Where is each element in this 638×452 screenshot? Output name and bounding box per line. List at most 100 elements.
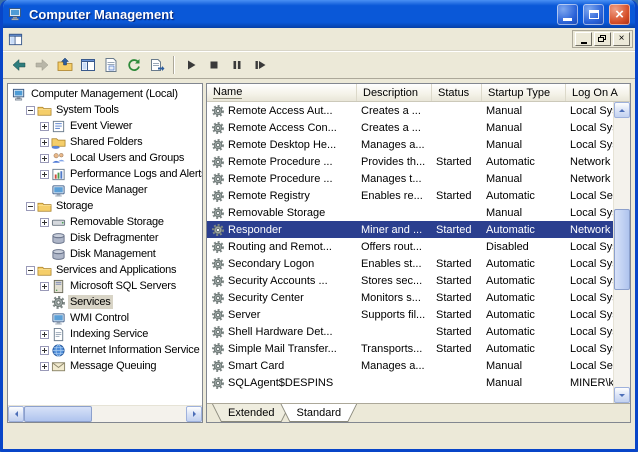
horizontal-scroll-thumb[interactable] [24,406,92,422]
tree-item[interactable]: Internet Information Service [8,342,202,358]
properties-button[interactable] [99,54,122,76]
tree-item[interactable]: Disk Management [8,246,202,262]
tree-item[interactable]: Message Queuing [8,358,202,374]
tree-item[interactable]: Event Viewer [8,118,202,134]
service-name: Remote Access Aut... [228,105,333,117]
horizontal-scroll-track[interactable] [24,406,186,422]
tree-item[interactable]: Computer Management (Local) [8,86,202,102]
SQLAgent$DESPINS[interactable]: SQLAgent$DESPINS Manual MINER\ki [207,374,613,391]
Secondary Logon[interactable]: Secondary Logon Enables st... Started Au… [207,255,613,272]
properties-icon [103,57,119,73]
tree-expander[interactable] [26,106,35,115]
tree-expander[interactable] [26,202,35,211]
service-name-cell: Security Accounts ... [207,272,357,289]
tree-item[interactable]: Device Manager [8,182,202,198]
menu-item[interactable] [56,36,70,42]
tree-item[interactable]: Services [8,294,202,310]
Responder[interactable]: Responder Miner and ... Started Automati… [207,221,613,238]
up-button[interactable] [53,54,76,76]
tree-item[interactable]: Performance Logs and Alerts [8,166,202,182]
tree-item[interactable]: System Tools [8,102,202,118]
column-header[interactable]: Status [432,84,482,101]
column-header[interactable]: Name [207,84,357,101]
column-header-label: Startup Type [488,87,550,99]
pause-service-button[interactable] [225,54,248,76]
menu-item[interactable] [84,36,98,42]
tree-expander[interactable] [40,138,49,147]
service-startup-type: Automatic [482,272,566,289]
minimize-button[interactable] [557,4,578,25]
Security Accounts ...[interactable]: Security Accounts ... Stores sec... Star… [207,272,613,289]
close-button[interactable]: × [609,4,630,25]
Removable Storage[interactable]: Removable Storage Manual Local Sys [207,204,613,221]
service-log-on-as: Network [566,221,613,238]
Remote Desktop He...[interactable]: Remote Desktop He... Manages a... Manual… [207,136,613,153]
stop-service-button[interactable] [202,54,225,76]
tree-expander[interactable] [40,218,49,227]
tree-item[interactable]: Storage [8,198,202,214]
Remote Access Aut...[interactable]: Remote Access Aut... Creates a ... Manua… [207,102,613,119]
Simple Mail Transfer...[interactable]: Simple Mail Transfer... Transports... St… [207,340,613,357]
child-close-button[interactable]: × [613,32,630,46]
minimize-icon [581,42,587,44]
scroll-left-button[interactable] [8,406,24,422]
tree-expander[interactable] [40,330,49,339]
tree-expander[interactable] [40,362,49,371]
child-restore-button[interactable] [594,32,611,46]
Remote Procedure ...[interactable]: Remote Procedure ... Manages t... Manual… [207,170,613,187]
Smart Card[interactable]: Smart Card Manages a... Manual Local Ser [207,357,613,374]
tree-item[interactable]: Removable Storage [8,214,202,230]
scroll-down-button[interactable] [614,387,630,403]
tree-item[interactable]: Indexing Service [8,326,202,342]
column-header[interactable]: Log On A [566,84,630,101]
tree-item[interactable]: Shared Folders [8,134,202,150]
tree-item[interactable]: Local Users and Groups [8,150,202,166]
tree-expander[interactable] [40,282,49,291]
maximize-button[interactable] [583,4,604,25]
tree-item-label: System Tools [54,103,121,117]
Remote Registry[interactable]: Remote Registry Enables re... Started Au… [207,187,613,204]
Security Center[interactable]: Security Center Monitors s... Started Au… [207,289,613,306]
Remote Procedure ...[interactable]: Remote Procedure ... Provides th... Star… [207,153,613,170]
list-vertical-scrollbar[interactable] [613,102,630,403]
column-header-label: Status [438,87,469,99]
tree-expander[interactable] [40,122,49,131]
restart-service-button[interactable] [248,54,271,76]
forward-button[interactable] [30,54,53,76]
view-tab[interactable]: Standard [280,404,357,422]
tree-expander[interactable] [40,154,49,163]
menu-item[interactable] [70,36,84,42]
tree-horizontal-scrollbar[interactable] [8,405,202,422]
Server[interactable]: Server Supports fil... Started Automatic… [207,306,613,323]
tree-expander[interactable] [40,170,49,179]
vertical-scroll-track[interactable] [614,118,630,387]
tree-expander[interactable] [40,346,49,355]
menu-item[interactable] [42,36,56,42]
child-minimize-button[interactable] [575,32,592,46]
column-header[interactable]: Description [357,84,432,101]
Routing and Remot...[interactable]: Routing and Remot... Offers rout... Disa… [207,238,613,255]
tree-item[interactable]: Services and Applications [8,262,202,278]
column-header[interactable]: Startup Type [482,84,566,101]
back-button[interactable] [7,54,30,76]
Remote Access Con...[interactable]: Remote Access Con... Creates a ... Manua… [207,119,613,136]
tree-expander[interactable] [26,266,35,275]
export-list-button[interactable] [145,54,168,76]
scroll-right-button[interactable] [186,406,202,422]
service-startup-type: Manual [482,119,566,136]
scroll-up-button[interactable] [614,102,630,118]
tree-item[interactable]: Microsoft SQL Servers [8,278,202,294]
refresh-button[interactable] [122,54,145,76]
Shell Hardware Det...[interactable]: Shell Hardware Det... Started Automatic … [207,323,613,340]
start-service-button[interactable] [179,54,202,76]
show-hide-tree-button[interactable] [76,54,99,76]
service-name-cell: Remote Procedure ... [207,153,357,170]
service-name-cell: Simple Mail Transfer... [207,340,357,357]
menu-item[interactable] [28,36,42,42]
service-description: Stores sec... [357,272,432,289]
tree-item[interactable]: WMI Control [8,310,202,326]
tree-item[interactable]: Disk Defragmenter [8,230,202,246]
column-header-label: Log On A [572,87,618,99]
view-tab[interactable]: Extended [212,404,290,422]
vertical-scroll-thumb[interactable] [614,209,630,290]
